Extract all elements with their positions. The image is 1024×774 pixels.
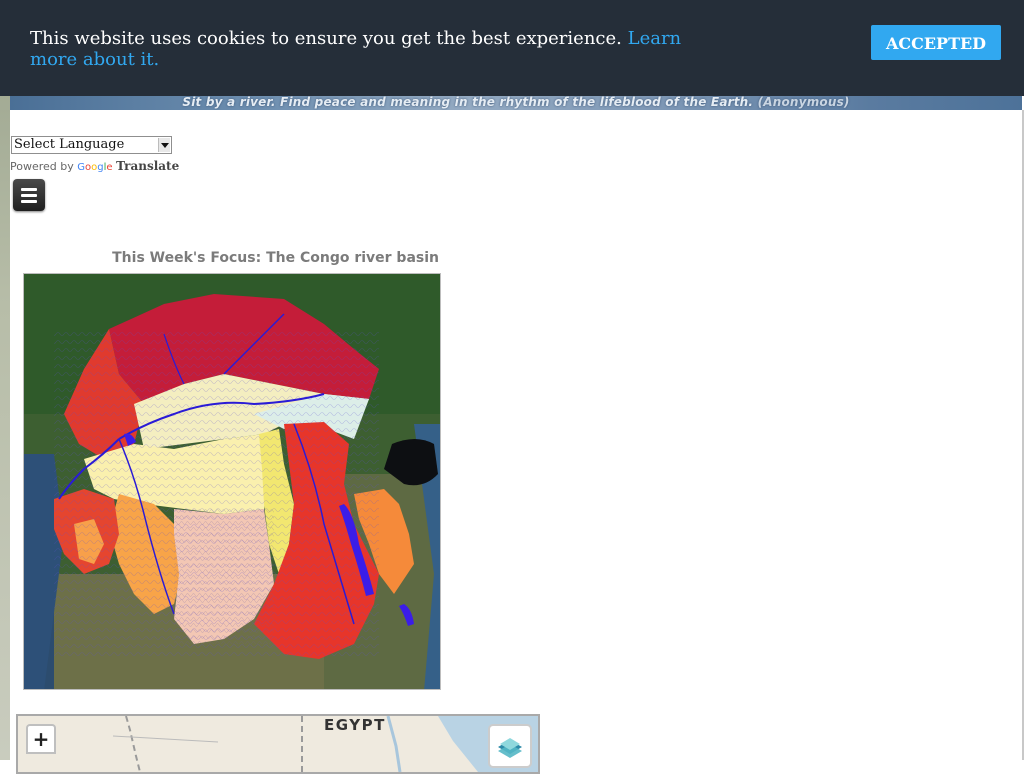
weekly-focus-title: This Week's Focus: The Congo river basin [112, 250, 439, 266]
layers-control-button[interactable] [488, 724, 532, 768]
header-banner: Sit by a river. Find peace and meaning i… [10, 96, 1022, 110]
language-select-value: Select Language [14, 137, 125, 152]
layers-icon [498, 738, 522, 758]
cookie-message: This website uses cookies to ensure you … [30, 28, 710, 70]
africa-interactive-map[interactable]: EGYPT + [16, 714, 540, 774]
cookie-accept-button[interactable]: ACCEPTED [871, 25, 1001, 60]
translate-link[interactable]: Translate [116, 159, 179, 173]
chevron-down-icon [158, 138, 170, 152]
africa-map-tiles [18, 716, 538, 772]
map-country-label: EGYPT [324, 716, 386, 734]
hamburger-icon-bar [21, 200, 37, 203]
powered-by-label: Powered by [10, 160, 74, 173]
language-select[interactable]: Select Language [11, 136, 172, 154]
banner-quote-text: Sit by a river. Find peace and meaning i… [182, 96, 754, 109]
hamburger-icon-bar [21, 194, 37, 197]
hamburger-icon [21, 188, 37, 191]
cookie-message-text: This website uses cookies to ensure you … [30, 28, 622, 49]
zoom-in-button[interactable]: + [26, 724, 56, 754]
powered-by-google-translate: Powered by Google Translate [10, 159, 179, 173]
congo-basin-map-graphic [24, 274, 440, 689]
banner-quote: Sit by a river. Find peace and meaning i… [10, 96, 1022, 109]
banner-quote-author: (Anonymous) [757, 96, 850, 109]
google-logo: Google [77, 162, 113, 173]
hamburger-menu-button[interactable] [13, 179, 45, 211]
congo-basin-map-image [23, 273, 441, 690]
page-left-border [0, 0, 10, 760]
cookie-consent-bar: This website uses cookies to ensure you … [0, 0, 1024, 96]
